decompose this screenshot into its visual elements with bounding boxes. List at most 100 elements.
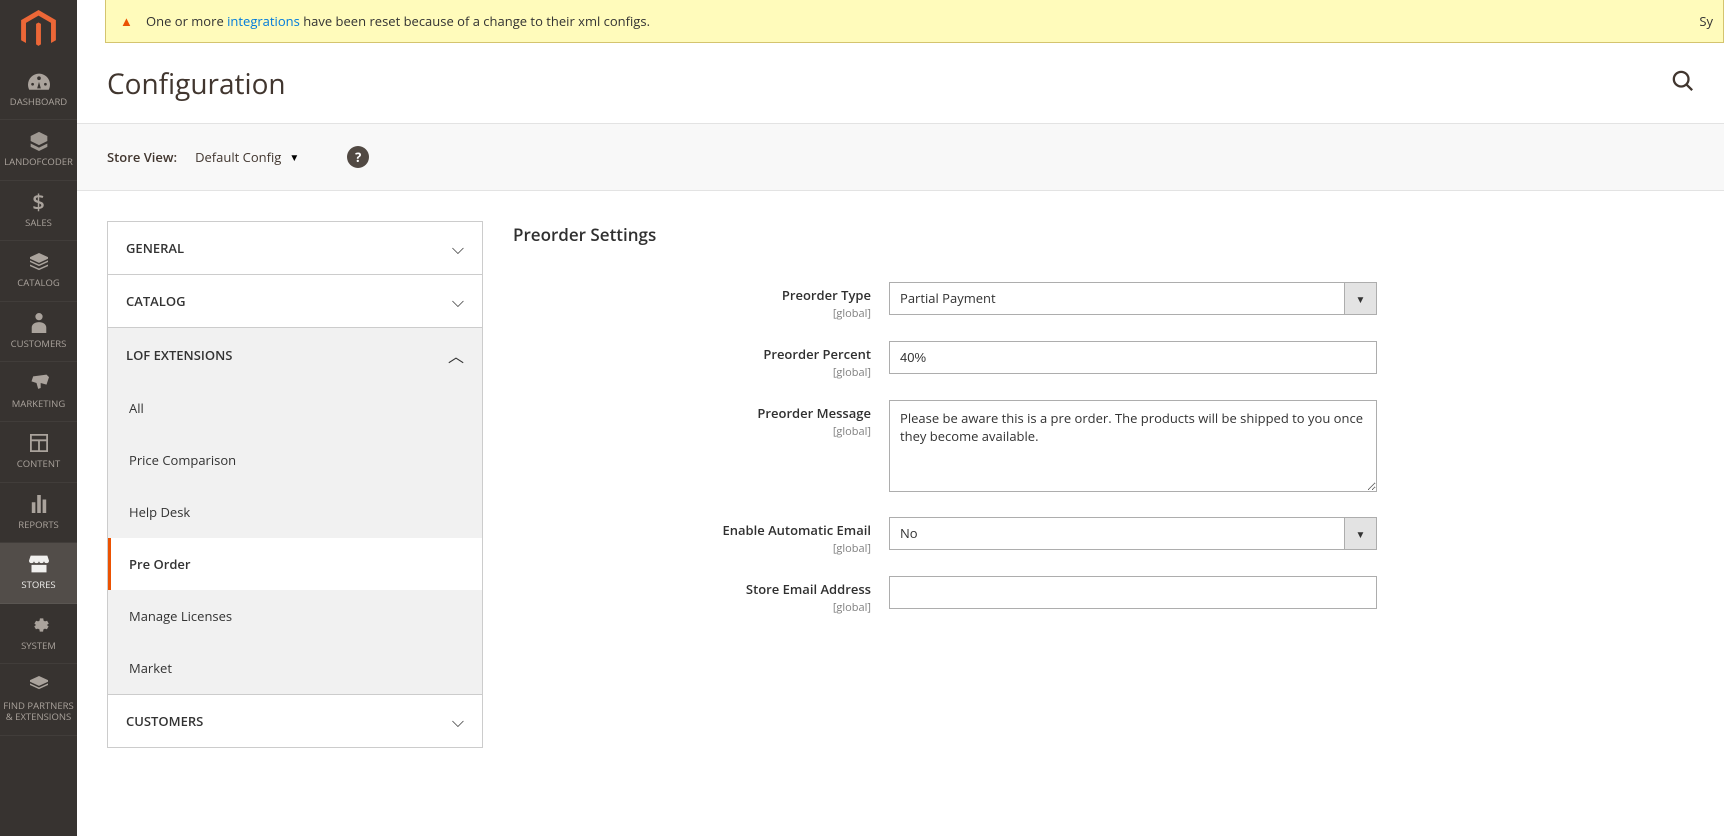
nav-label: MARKETING: [10, 398, 67, 409]
scope-indicator: [global]: [513, 424, 871, 439]
config-section-head-customers[interactable]: CUSTOMERS ⌵: [108, 695, 482, 747]
select-auto-email-wrap: No ▼: [889, 517, 1377, 550]
select-enable-auto-email[interactable]: No: [889, 517, 1377, 550]
label-preorder-message: Preorder Message: [513, 404, 871, 422]
help-icon[interactable]: ?: [347, 146, 369, 168]
notice-text-prefix: One or more: [146, 12, 227, 30]
scope-label: Store View:: [107, 148, 177, 166]
content-icon: [30, 432, 48, 454]
label-col: Preorder Type [global]: [513, 282, 889, 321]
content-wrap: GENERAL ⌵ CATALOG ⌵ LOF EXTENSIONS ︿ All…: [77, 191, 1724, 748]
label-store-email: Store Email Address: [513, 580, 871, 598]
config-item-manage-licenses[interactable]: Manage Licenses: [108, 590, 482, 642]
nav-label: CUSTOMERS: [9, 338, 69, 349]
label-col: Preorder Message [global]: [513, 400, 889, 439]
nav-label: SALES: [23, 217, 54, 228]
caret-down-icon: ▼: [289, 150, 299, 164]
nav-system[interactable]: SYSTEM: [0, 604, 77, 664]
nav-label: REPORTS: [16, 519, 61, 530]
nav-landofcoder[interactable]: LANDOFCODER: [0, 120, 77, 180]
input-store-email[interactable]: [889, 576, 1377, 609]
field-col: No ▼: [889, 517, 1377, 550]
scope-indicator: [global]: [513, 541, 871, 556]
main-content: ▲ One or more integrations have been res…: [77, 0, 1724, 836]
chevron-down-icon: ⌵: [452, 290, 464, 312]
chevron-down-icon: ⌵: [452, 237, 464, 259]
scope-indicator: [global]: [513, 365, 871, 380]
nav-sales[interactable]: $ SALES: [0, 181, 77, 241]
scope-bar: Store View: Default Config ▼ ?: [77, 123, 1724, 191]
scope-value-text: Default Config: [195, 148, 281, 166]
config-section-head-lof[interactable]: LOF EXTENSIONS ︿: [108, 328, 482, 382]
magento-logo-icon: [21, 10, 56, 50]
config-nav: GENERAL ⌵ CATALOG ⌵ LOF EXTENSIONS ︿ All…: [107, 221, 483, 748]
nav-label: DASHBOARD: [8, 96, 69, 107]
label-col: Enable Automatic Email [global]: [513, 517, 889, 556]
field-col: [889, 341, 1377, 374]
notice-integrations-link[interactable]: integrations: [227, 12, 300, 30]
textarea-preorder-message[interactable]: [889, 400, 1377, 492]
sales-icon: $: [32, 191, 45, 213]
nav-label: LANDOFCODER: [2, 156, 75, 167]
field-col: [889, 400, 1377, 497]
config-section-label: CATALOG: [126, 292, 186, 310]
reports-icon: [30, 493, 48, 515]
field-col: Partial Payment ▼: [889, 282, 1377, 315]
nav-partners[interactable]: FIND PARTNERS & EXTENSIONS: [0, 664, 77, 736]
nav-label: CATALOG: [15, 277, 62, 288]
magento-logo[interactable]: [0, 0, 77, 60]
notice-text-suffix: have been reset because of a change to t…: [300, 12, 650, 30]
chevron-down-icon: ⌵: [452, 710, 464, 732]
form-area: Preorder Settings Preorder Type [global]…: [513, 221, 1694, 635]
nav-label: FIND PARTNERS & EXTENSIONS: [0, 700, 77, 723]
nav-label: STORES: [19, 579, 57, 590]
nav-catalog[interactable]: CATALOG: [0, 241, 77, 301]
scope-indicator: [global]: [513, 306, 871, 321]
catalog-icon: [29, 251, 49, 273]
nav-label: SYSTEM: [19, 640, 58, 651]
row-store-email: Store Email Address [global]: [513, 576, 1694, 615]
warning-icon: ▲: [120, 12, 133, 30]
customers-icon: [31, 312, 47, 334]
label-enable-auto-email: Enable Automatic Email: [513, 521, 871, 539]
scope-switcher[interactable]: Default Config ▼: [195, 148, 299, 166]
dashboard-icon: [28, 70, 50, 92]
label-preorder-type: Preorder Type: [513, 286, 871, 304]
nav-marketing[interactable]: MARKETING: [0, 362, 77, 422]
config-section-lof: LOF EXTENSIONS ︿ All Price Comparison He…: [108, 328, 482, 695]
notice-sys: Sy: [1699, 12, 1713, 30]
config-section-head-catalog[interactable]: CATALOG ⌵: [108, 275, 482, 327]
config-item-pre-order[interactable]: Pre Order: [108, 538, 482, 590]
nav-customers[interactable]: CUSTOMERS: [0, 302, 77, 362]
admin-sidebar: DASHBOARD LANDOFCODER $ SALES CATALOG CU…: [0, 0, 77, 836]
field-col: [889, 576, 1377, 609]
config-item-price-comparison[interactable]: Price Comparison: [108, 434, 482, 486]
nav-label: CONTENT: [15, 458, 62, 469]
config-section-catalog: CATALOG ⌵: [108, 275, 482, 328]
config-section-head-general[interactable]: GENERAL ⌵: [108, 222, 482, 274]
system-notice: ▲ One or more integrations have been res…: [105, 0, 1724, 43]
select-preorder-type-wrap: Partial Payment ▼: [889, 282, 1377, 315]
nav-stores[interactable]: STORES: [0, 543, 77, 603]
stores-icon: [29, 553, 49, 575]
config-item-market[interactable]: Market: [108, 642, 482, 694]
row-enable-auto-email: Enable Automatic Email [global] No ▼: [513, 517, 1694, 556]
row-preorder-percent: Preorder Percent [global]: [513, 341, 1694, 380]
config-section-general: GENERAL ⌵: [108, 222, 482, 275]
config-section-label: LOF EXTENSIONS: [126, 346, 232, 364]
chevron-up-icon: ︿: [448, 343, 464, 367]
marketing-icon: [29, 372, 49, 394]
form-title: Preorder Settings: [513, 221, 1694, 246]
config-section-customers: CUSTOMERS ⌵: [108, 695, 482, 747]
nav-reports[interactable]: REPORTS: [0, 483, 77, 543]
config-item-help-desk[interactable]: Help Desk: [108, 486, 482, 538]
input-preorder-percent[interactable]: [889, 341, 1377, 374]
select-preorder-type[interactable]: Partial Payment: [889, 282, 1377, 315]
nav-dashboard[interactable]: DASHBOARD: [0, 60, 77, 120]
config-items-lof: All Price Comparison Help Desk Pre Order…: [108, 382, 482, 694]
config-section-label: GENERAL: [126, 239, 184, 257]
nav-content[interactable]: CONTENT: [0, 422, 77, 482]
config-item-all[interactable]: All: [108, 382, 482, 434]
row-preorder-type: Preorder Type [global] Partial Payment ▼: [513, 282, 1694, 321]
search-icon[interactable]: [1672, 69, 1694, 99]
